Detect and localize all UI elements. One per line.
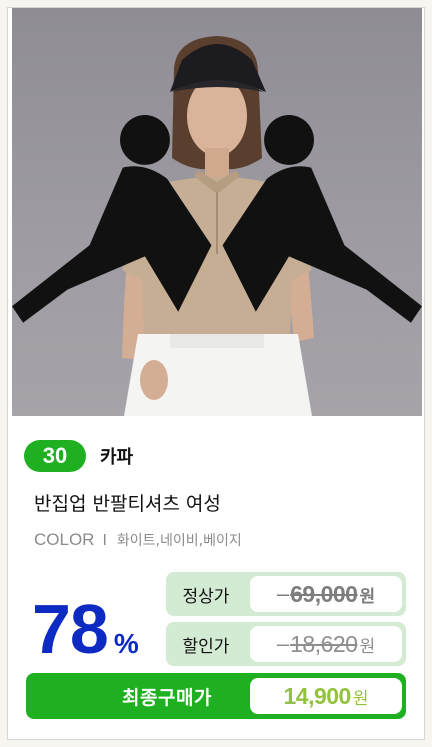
regular-price-value: 69,000 bbox=[290, 580, 358, 607]
discount-number: 78 bbox=[32, 590, 109, 668]
sale-price-pill: – 18,620 원 bbox=[250, 626, 402, 662]
color-row: COLOR I 화이트,네이비,베이지 bbox=[34, 530, 242, 550]
product-card[interactable]: 30 카파 반집업 반팔티셔츠 여성 COLOR I 화이트,네이비,베이지 7… bbox=[7, 7, 425, 740]
color-label: COLOR bbox=[34, 530, 95, 549]
strike-dash: – bbox=[276, 581, 290, 606]
sale-price-currency: 원 bbox=[359, 636, 376, 657]
color-separator: I bbox=[102, 531, 107, 549]
regular-price-currency: 원 bbox=[359, 586, 376, 607]
discount-percent-sign: % bbox=[113, 628, 139, 659]
final-price-currency: 원 bbox=[352, 688, 369, 709]
badge-row: 30 카파 bbox=[24, 440, 133, 472]
discount-badge: 30 bbox=[24, 440, 86, 472]
final-price-value: 14,900 bbox=[283, 682, 352, 709]
product-title[interactable]: 반집업 반팔티셔츠 여성 bbox=[34, 489, 221, 516]
final-price-box[interactable]: 최종구매가 14,900 원 bbox=[26, 673, 406, 719]
regular-price-pill: – 69,000 원 bbox=[250, 576, 402, 612]
kappa-logo-icon bbox=[12, 115, 422, 323]
regular-price-label: 정상가 bbox=[182, 586, 230, 607]
regular-price-box: 정상가 – 69,000 원 bbox=[166, 572, 406, 616]
color-options: 화이트,네이비,베이지 bbox=[116, 533, 242, 549]
discount-rate: 78 % bbox=[32, 594, 139, 664]
final-price-pill: 14,900 원 bbox=[250, 678, 402, 714]
final-price-label: 최종구매가 bbox=[122, 686, 212, 709]
sale-price-value: 18,620 bbox=[290, 630, 358, 657]
sale-price-label: 할인가 bbox=[182, 636, 230, 657]
brand-name[interactable]: 카파 bbox=[100, 443, 133, 469]
sale-price-box: 할인가 – 18,620 원 bbox=[166, 622, 406, 666]
strike-dash: – bbox=[276, 631, 290, 656]
product-photo[interactable] bbox=[12, 8, 422, 416]
